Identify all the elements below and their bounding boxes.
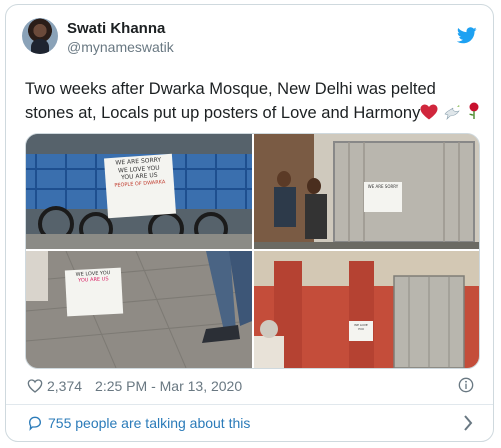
- pavement-placard: WE LOVE YOU YOU ARE US: [64, 267, 124, 317]
- gate-sign-text: WE ARE SORRY: [367, 184, 399, 189]
- chevron-right-icon[interactable]: [463, 414, 473, 432]
- like-count[interactable]: 2,374: [47, 378, 82, 394]
- wall-sign-text: WE LOVE YOU: [354, 323, 368, 331]
- user-handle[interactable]: @mynameswatik: [67, 39, 174, 55]
- conversation-count[interactable]: 755 people are talking about this: [48, 415, 250, 431]
- sorry-sign: WE ARE SORRY WE LOVE YOU YOU ARE US PEOP…: [103, 153, 177, 219]
- heart-emoji-icon: [420, 103, 438, 127]
- timestamp[interactable]: 2:25 PM - Mar 13, 2020: [95, 378, 242, 394]
- rose-emoji-icon: [466, 102, 482, 127]
- photo-gate-men[interactable]: WE ARE SORRY: [254, 134, 479, 249]
- photo-bicycles[interactable]: WE ARE SORRY WE LOVE YOU YOU ARE US PEOP…: [26, 134, 252, 249]
- tweet-body: Two weeks after Dwarka Mosque, New Delhi…: [25, 80, 436, 122]
- info-icon[interactable]: [458, 377, 474, 393]
- speech-bubble-icon: [28, 416, 42, 431]
- avatar[interactable]: [22, 18, 58, 54]
- tweet-card[interactable]: Swati Khanna @mynameswatik Two weeks aft…: [5, 4, 494, 442]
- divider: [6, 404, 493, 405]
- heart-icon[interactable]: [27, 378, 43, 394]
- wall-sign: WE LOVE YOU: [349, 321, 373, 341]
- twitter-bird-icon[interactable]: [457, 27, 477, 44]
- conversation-link[interactable]: 755 people are talking about this: [27, 415, 250, 431]
- photo-pavement-placard[interactable]: WE LOVE YOU YOU ARE US: [26, 251, 252, 368]
- user-name[interactable]: Swati Khanna: [67, 20, 165, 37]
- gate-sign: WE ARE SORRY: [364, 182, 402, 212]
- tweet-text: Two weeks after Dwarka Mosque, New Delhi…: [25, 77, 485, 127]
- dove-emoji-icon: [443, 103, 461, 127]
- photo-mosque-wall[interactable]: WE LOVE YOU: [254, 251, 479, 368]
- placard-line-2: YOU ARE US: [78, 276, 109, 284]
- tweet-meta: 2,374 2:25 PM - Mar 13, 2020: [27, 378, 242, 394]
- photo-grid[interactable]: WE ARE SORRY WE LOVE YOU YOU ARE US PEOP…: [25, 133, 480, 369]
